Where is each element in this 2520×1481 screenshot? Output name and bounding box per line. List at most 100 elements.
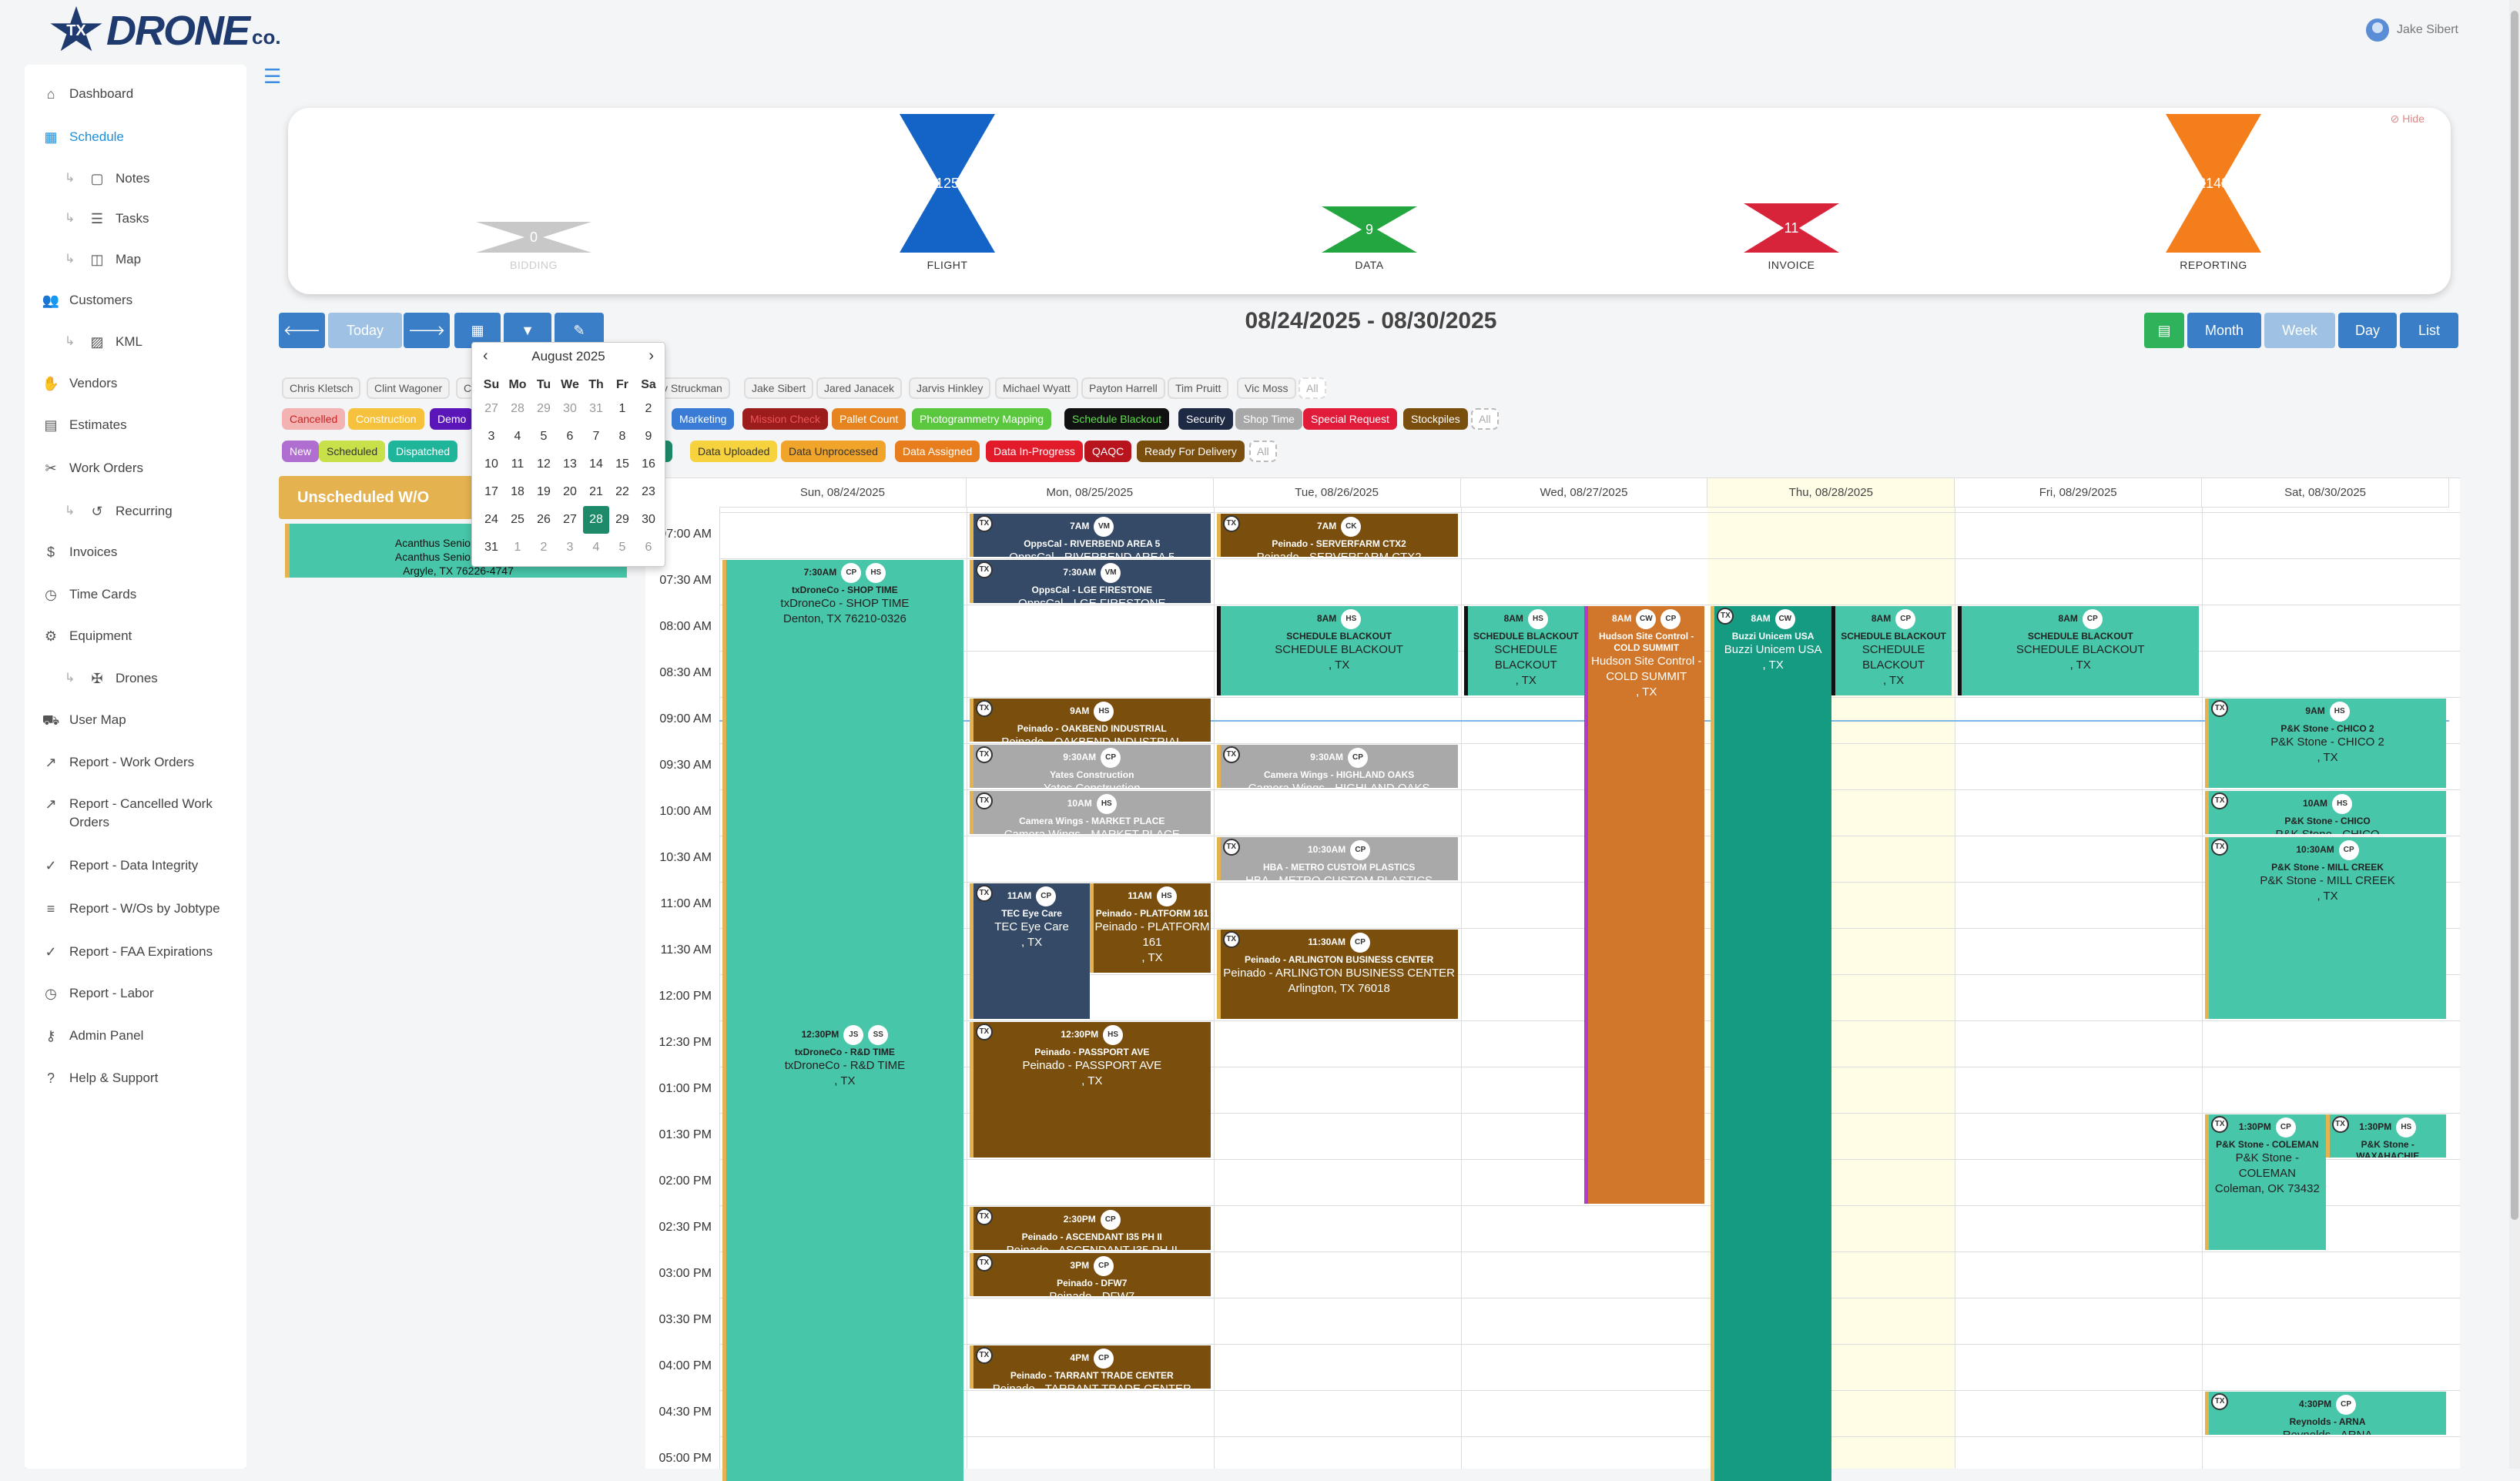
sidebar-item-vendors[interactable]: ✋ Vendors: [42, 374, 243, 393]
calendar-event[interactable]: 8AM HS SCHEDULE BLACKOUT SCHEDULE BLACKOUT,…: [1463, 606, 1584, 695]
prev-button[interactable]: 🡐: [279, 313, 325, 348]
calendar-event[interactable]: TX4:30PMCPReynolds - ARNAReynolds - ARNA: [2205, 1392, 2446, 1435]
filter-person[interactable]: Clint Wagoner: [367, 377, 451, 399]
sidebar-item-work-orders[interactable]: ✂ Work Orders: [43, 459, 243, 477]
sidebar-item-equipment[interactable]: ⚙ Equipment: [43, 627, 243, 645]
day-view-button[interactable]: Day: [2338, 313, 2397, 348]
next-month-icon[interactable]: ›: [648, 347, 654, 365]
month-view-button[interactable]: Month: [2187, 313, 2261, 348]
date-picker-day[interactable]: 3: [478, 423, 504, 451]
filter-jobtype[interactable]: All: [1471, 408, 1499, 430]
filter-jobtype[interactable]: Special Request: [1303, 408, 1397, 430]
sidebar-item-admin-panel[interactable]: ⚷ Admin Panel: [43, 1027, 243, 1045]
calendar-event[interactable]: TX7AMCKPeinado - SERVERFARM CTX2Peinado …: [1216, 514, 1458, 557]
filter-status[interactable]: Data In-Progress: [986, 441, 1083, 462]
date-picker-day[interactable]: 16: [635, 451, 662, 478]
calendar-event[interactable]: TX 8AM CW Buzzi Unicem USA Buzzi Unicem USA,…: [1711, 606, 1831, 1481]
filter-status[interactable]: Scheduled: [319, 441, 386, 462]
calendar-event[interactable]: 8AM HS SCHEDULE BLACKOUT SCHEDULE BLACKOUT,…: [1216, 606, 1458, 695]
filter-person[interactable]: Jake Sibert: [744, 377, 814, 399]
date-picker-day[interactable]: 5: [531, 423, 557, 451]
date-picker-day[interactable]: 22: [609, 478, 635, 506]
sidebar-item-schedule[interactable]: ▦ Schedule: [43, 128, 243, 146]
calendar-event[interactable]: TX 3PM CP Peinado - DFW7Peinado - DFW7: [969, 1253, 1211, 1296]
date-picker-day[interactable]: 6: [635, 534, 662, 561]
date-picker-day[interactable]: 2: [635, 395, 662, 423]
filter-jobtype[interactable]: Schedule Blackout: [1064, 408, 1169, 430]
calendar-event[interactable]: 8AM CP SCHEDULE BLACKOUT SCHEDULE BLACKOUT,…: [1831, 606, 1952, 695]
date-picker-day[interactable]: 31: [583, 395, 609, 423]
date-picker-day[interactable]: 18: [504, 478, 531, 506]
date-picker-day[interactable]: 24: [478, 506, 504, 534]
calendar-event[interactable]: 12:30PM JS SS txDroneCo - R&D TIME txDroneCo…: [722, 1022, 963, 1481]
sidebar-item-report-w-os-by-jobtype[interactable]: ≡ Report - W/Os by Jobtype: [43, 900, 243, 918]
date-picker-day[interactable]: 1: [504, 534, 531, 561]
calendar-event[interactable]: TX9AMHSPeinado - OAKBEND INDUSTRIALPeina…: [969, 699, 1211, 742]
date-picker-day[interactable]: 9: [635, 423, 662, 451]
sidebar-item-drones[interactable]: ↳ ✠ Drones: [65, 669, 265, 688]
date-picker-day[interactable]: 28: [504, 395, 531, 423]
date-picker-day[interactable]: 21: [583, 478, 609, 506]
calendar-event[interactable]: 8AM CW CP Hudson Site Control - COLD SUMMIT…: [1584, 606, 1705, 1204]
filter-status[interactable]: New: [282, 441, 320, 462]
sidebar-item-map[interactable]: ↳ ◫ Map: [65, 250, 265, 269]
filter-person[interactable]: Tim Pruitt: [1168, 377, 1229, 399]
filter-status[interactable]: Data Uploaded: [690, 441, 778, 462]
date-picker-day[interactable]: 29: [609, 506, 635, 534]
calendar-event[interactable]: TX9:30AMCPCamera Wings - HIGHLAND OAKSCa…: [1216, 745, 1458, 788]
filter-status[interactable]: All: [1249, 441, 1277, 462]
filter-jobtype[interactable]: Construction: [348, 408, 424, 430]
calendar-event[interactable]: TX4PMCPPeinado - TARRANT TRADE CENTERPei…: [969, 1345, 1211, 1389]
filter-person[interactable]: y Struckman: [655, 377, 730, 399]
date-picker-day[interactable]: 5: [609, 534, 635, 561]
hide-summary-link[interactable]: ⊘ Hide: [2391, 112, 2424, 126]
date-picker-day[interactable]: 17: [478, 478, 504, 506]
filter-status[interactable]: Data Assigned: [895, 441, 980, 462]
week-view-button[interactable]: Week: [2264, 313, 2335, 348]
sidebar-item-user-map[interactable]: ⛟ User Map: [42, 711, 243, 729]
stage-data[interactable]: 9 DATA: [1322, 206, 1417, 271]
today-button[interactable]: Today: [328, 313, 402, 348]
date-picker-day[interactable]: 15: [609, 451, 635, 478]
date-picker-day[interactable]: 30: [635, 506, 662, 534]
calendar-event[interactable]: TX 10:30AM CP P&K Stone - MILL CREEK P&K Sto…: [2205, 837, 2446, 1019]
page-scrollbar[interactable]: [2509, 0, 2520, 1469]
filter-status[interactable]: Ready For Delivery: [1137, 441, 1245, 462]
sidebar-item-dashboard[interactable]: ⌂ Dashboard: [43, 85, 243, 103]
sidebar-item-notes[interactable]: ↳ ▢ Notes: [65, 169, 265, 188]
calendar-event[interactable]: TX2:30PMCPPeinado - ASCENDANT I35 PH IIP…: [969, 1207, 1211, 1250]
calendar-event[interactable]: TX 1:30PM CP P&K Stone - COLEMAN P&K Stone -…: [2205, 1114, 2326, 1250]
sidebar-item-report-work-orders[interactable]: ↗ Report - Work Orders: [43, 753, 243, 772]
date-picker-day[interactable]: 11: [504, 451, 531, 478]
filter-person[interactable]: Vic Moss: [1237, 377, 1296, 399]
date-picker-day[interactable]: 27: [557, 506, 583, 534]
user-menu[interactable]: Jake Sibert: [2365, 18, 2458, 42]
calendar-event[interactable]: TX 10:30AM CP HBA - METRO CUSTOM PLASTICSHB…: [1216, 837, 1458, 880]
sidebar-item-report-faa-expirations[interactable]: ✓ Report - FAA Expirations: [43, 943, 243, 961]
next-button[interactable]: 🡒: [404, 313, 450, 348]
date-picker-day[interactable]: 28: [583, 506, 609, 534]
date-picker-day[interactable]: 30: [557, 395, 583, 423]
calendar-event[interactable]: TX 10AM HS P&K Stone - CHICOP&K Stone - CHI…: [2205, 791, 2446, 834]
sidebar-item-report-cancelled-work-orders[interactable]: ↗ Report - Cancelled Work Orders: [43, 795, 243, 832]
filter-status[interactable]: Data Unprocessed: [781, 441, 886, 462]
calendar-event[interactable]: TX 7:30AM VM OppsCal - LGE FIRESTONEOppsCal…: [969, 560, 1211, 603]
sidebar-item-report-labor[interactable]: ◷ Report - Labor: [43, 984, 243, 1003]
date-picker-day[interactable]: 19: [531, 478, 557, 506]
brand-logo[interactable]: TX DRONE co.: [49, 6, 281, 55]
filter-jobtype[interactable]: Pallet Count: [832, 408, 906, 430]
calendar-event[interactable]: TX 11:30AM CP Peinado - ARLINGTON BUSINESS …: [1216, 930, 1458, 1019]
filter-person[interactable]: Payton Harrell: [1081, 377, 1165, 399]
calendar-event[interactable]: TX 11AM CP TEC Eye Care TEC Eye Care , TX: [969, 883, 1091, 1019]
date-picker-day[interactable]: 1: [609, 395, 635, 423]
calendar-event[interactable]: TX7AMVMOppsCal - RIVERBEND AREA 5OppsCal…: [969, 514, 1211, 557]
filter-person[interactable]: Chris Kletsch: [282, 377, 361, 399]
date-picker-day[interactable]: 10: [478, 451, 504, 478]
sidebar-item-recurring[interactable]: ↳ ↺ Recurring: [65, 502, 265, 521]
calendar-event[interactable]: TX9:30AMCPYates ConstructionYates Constr…: [969, 745, 1211, 788]
stage-invoice[interactable]: 11 INVOICE: [1744, 203, 1839, 271]
filter-jobtype[interactable]: Demo: [430, 408, 474, 430]
filter-jobtype[interactable]: Mission Check: [742, 408, 829, 430]
date-picker-day[interactable]: 27: [478, 395, 504, 423]
sidebar-item-invoices[interactable]: $ Invoices: [43, 543, 243, 561]
